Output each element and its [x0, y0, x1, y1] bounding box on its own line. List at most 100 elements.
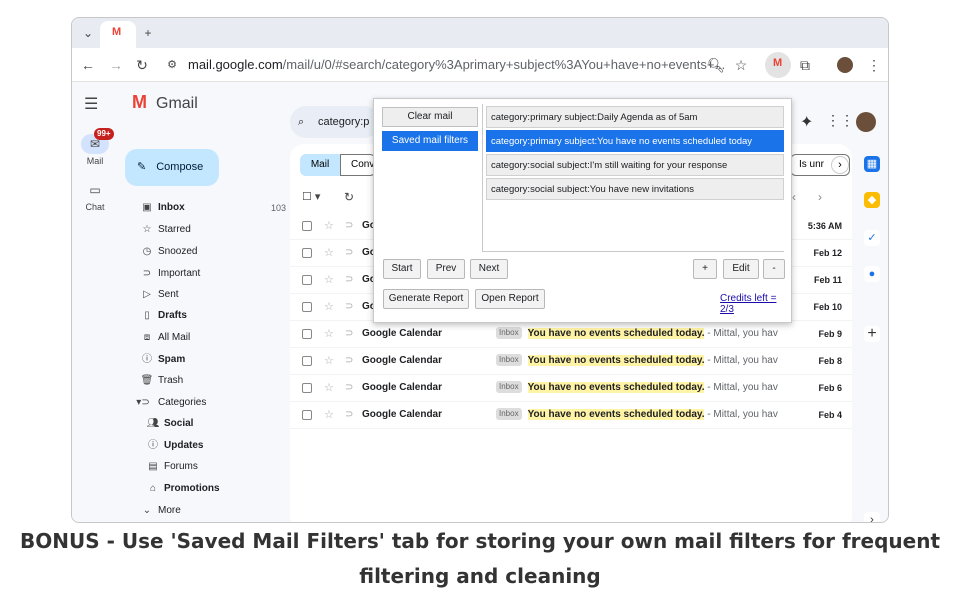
row-checkbox[interactable] [302, 302, 312, 312]
nav-snoozed[interactable]: ◷ Snoozed [136, 242, 286, 262]
star-icon[interactable]: ☆ [324, 267, 334, 293]
star-icon[interactable]: ☆ [324, 213, 334, 239]
row-checkbox[interactable] [302, 275, 312, 285]
row-checkbox[interactable] [302, 221, 312, 231]
gmail-logo[interactable]: M Gmail [132, 93, 198, 113]
extension-active-button[interactable]: M [765, 52, 791, 78]
tasks-icon[interactable]: ✓ [864, 230, 880, 246]
important-icon[interactable]: ⊃ [345, 402, 353, 428]
row-sender: Google Calendar [362, 355, 443, 366]
filter-item[interactable]: category:social subject:I'm still waitin… [486, 154, 784, 176]
clear-mail-tab[interactable]: Clear mail [382, 107, 478, 127]
tab-list-chevron-icon[interactable]: ⌄ [76, 22, 100, 44]
filter-item[interactable]: category:primary subject:Daily Agenda as… [486, 106, 784, 128]
rail-chat[interactable]: ▭ Chat [72, 180, 118, 212]
important-icon[interactable]: ⊃ [345, 213, 353, 239]
credits-link[interactable]: Credits left = 2/3 [720, 293, 791, 315]
rail-mail[interactable]: ✉ 99+ Mail [72, 128, 118, 166]
rail-chat-label: Chat [85, 202, 105, 212]
expand-panel-icon[interactable]: › [864, 512, 880, 522]
tab-gmail[interactable]: M [100, 21, 136, 48]
reload-icon[interactable]: ↻ [132, 55, 152, 75]
nav-social[interactable]: 👥︎ Social [142, 414, 292, 434]
keep-icon[interactable]: ◆ [864, 192, 880, 208]
add-filter-button[interactable]: + [693, 259, 717, 279]
generate-report-button[interactable]: Generate Report [383, 289, 469, 309]
important-icon[interactable]: ⊃ [345, 375, 353, 401]
inbox-icon: ▣ [142, 202, 152, 213]
star-icon[interactable]: ☆ [324, 402, 334, 428]
gemini-icon[interactable]: ✦ [800, 112, 813, 132]
trash-icon: 🗑︎ [140, 375, 154, 386]
calendar-icon[interactable]: ▦ [864, 156, 880, 172]
nav-all-mail[interactable]: ⧈ All Mail [136, 328, 286, 348]
nav-starred[interactable]: ☆ Starred [136, 220, 286, 240]
row-checkbox[interactable] [302, 410, 312, 420]
important-icon[interactable]: ⊃ [345, 240, 353, 266]
open-report-button[interactable]: Open Report [475, 289, 545, 309]
row-subject: You have no events scheduled today. [527, 328, 705, 339]
nav-promotions[interactable]: ⌂ Promotions [142, 479, 292, 499]
chip-mail[interactable]: Mail [300, 154, 340, 176]
nav-more[interactable]: ⌄ More [136, 501, 286, 521]
filter-item[interactable]: category:social subject:You have new inv… [486, 178, 784, 200]
star-icon[interactable]: ☆ [324, 240, 334, 266]
row-date: Feb 9 [818, 329, 842, 339]
browser-menu-icon[interactable]: ⋮ [864, 55, 884, 75]
back-icon[interactable]: ← [78, 55, 98, 75]
row-checkbox[interactable] [302, 383, 312, 393]
chip-scroll-right-icon[interactable]: › [831, 156, 849, 174]
forward-icon[interactable]: → [106, 55, 126, 75]
row-checkbox[interactable] [302, 356, 312, 366]
important-icon[interactable]: ⊃ [345, 267, 353, 293]
table-row[interactable]: ☆ ⊃ Google Calendar Inbox You have no events… [290, 348, 852, 375]
table-row[interactable]: ☆ ⊃ Google Calendar Inbox You have no events… [290, 402, 852, 429]
prev-page-icon[interactable]: ‹ [792, 190, 796, 204]
star-icon[interactable]: ☆ [324, 321, 334, 347]
nav-trash[interactable]: 🗑︎ Trash [136, 371, 286, 391]
table-row[interactable]: ☆ ⊃ Google Calendar Inbox You have no events… [290, 321, 852, 348]
site-info-icon[interactable]: ⚙ [162, 55, 182, 75]
remove-filter-button[interactable]: - [763, 259, 785, 279]
apps-grid-icon[interactable]: ⋮⋮ [826, 112, 854, 129]
nav-sent[interactable]: ▷ Sent [136, 285, 286, 305]
select-all-checkbox[interactable]: ☐ ▾ [302, 190, 320, 203]
bookmark-star-icon[interactable]: ☆ [731, 55, 751, 75]
row-checkbox[interactable] [302, 329, 312, 339]
search-input[interactable]: ⌕ category:p [290, 106, 380, 138]
chip-conversations[interactable]: Conv [340, 154, 376, 176]
next-button[interactable]: Next [470, 259, 508, 279]
add-addon-icon[interactable]: + [864, 326, 880, 342]
refresh-icon[interactable]: ↻ [344, 190, 354, 204]
important-icon[interactable]: ⊃ [345, 348, 353, 374]
important-icon[interactable]: ⊃ [345, 294, 353, 320]
filter-item-selected[interactable]: category:primary subject:You have no eve… [486, 130, 784, 152]
profile-avatar[interactable] [837, 57, 853, 73]
nav-forums[interactable]: ▤ Forums [142, 457, 292, 477]
nav-spam[interactable]: ⓘ Spam [136, 350, 286, 370]
table-row[interactable]: ☆ ⊃ Google Calendar Inbox You have no events… [290, 375, 852, 402]
contacts-icon[interactable]: ● [864, 266, 880, 282]
next-page-icon[interactable]: › [818, 190, 822, 204]
zoom-search-icon[interactable]: 🔍︎ [706, 55, 726, 75]
new-tab-icon[interactable]: + [136, 22, 160, 44]
extensions-puzzle-icon[interactable]: ⧉ [795, 55, 815, 75]
star-icon[interactable]: ☆ [324, 375, 334, 401]
compose-button[interactable]: ✎ Compose [125, 149, 219, 186]
account-avatar[interactable] [856, 112, 876, 132]
nav-important[interactable]: ⊃ Important [136, 264, 286, 284]
nav-drafts[interactable]: ▯ Drafts [136, 306, 286, 326]
edit-filter-button[interactable]: Edit [723, 259, 759, 279]
mail-badge: 99+ [94, 128, 114, 140]
important-icon[interactable]: ⊃ [345, 321, 353, 347]
start-button[interactable]: Start [383, 259, 421, 279]
star-icon[interactable]: ☆ [324, 294, 334, 320]
nav-categories[interactable]: ▾⊃ Categories [128, 393, 278, 413]
main-menu-icon[interactable]: ☰ [84, 94, 98, 114]
star-icon[interactable]: ☆ [324, 348, 334, 374]
saved-filters-tab[interactable]: Saved mail filters [382, 131, 478, 151]
prev-button[interactable]: Prev [427, 259, 465, 279]
row-checkbox[interactable] [302, 248, 312, 258]
nav-inbox[interactable]: ▣ Inbox 103 [136, 198, 286, 218]
nav-updates[interactable]: ⓘ Updates [142, 436, 292, 456]
